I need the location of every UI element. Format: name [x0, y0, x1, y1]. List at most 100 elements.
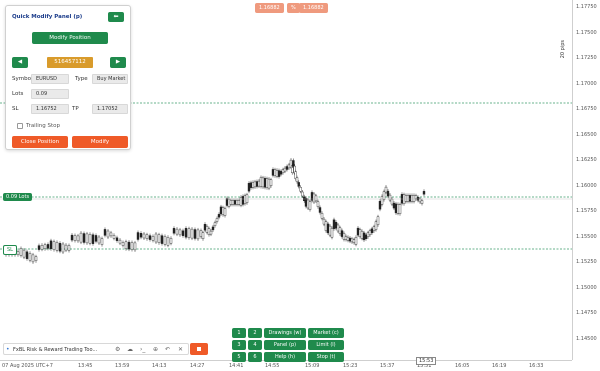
candle-body	[412, 195, 416, 202]
close-position-button[interactable]: Close Position	[12, 136, 68, 148]
undo-icon[interactable]: ↶	[165, 346, 170, 353]
candle-body	[261, 177, 265, 188]
stop-square-button[interactable]	[190, 343, 208, 355]
candle-body	[378, 200, 382, 210]
time-tick: 14:13	[152, 363, 167, 369]
candle-body	[136, 232, 140, 240]
candle-body	[257, 180, 261, 187]
plus-circle-icon[interactable]: ⊕	[153, 346, 158, 353]
candle-body	[273, 169, 277, 177]
ask-price-button[interactable]: 1.16882	[299, 3, 328, 13]
type-field[interactable]: Buy Market	[92, 74, 128, 84]
candle-body	[354, 237, 358, 245]
candle-body	[370, 228, 374, 234]
symbol-field[interactable]: EURUSD	[31, 74, 69, 84]
candle-body	[76, 235, 80, 242]
candle-body	[28, 253, 32, 261]
triangle-right-icon[interactable]: ▶	[110, 57, 126, 68]
current-time-label: 15:53	[416, 357, 437, 365]
trailing-stop-label: Trailing Stop	[26, 123, 60, 129]
price-tick: 1.15500	[576, 233, 597, 240]
candle-body	[269, 179, 273, 187]
candle-body	[247, 182, 251, 192]
price-tick: 1.16750	[576, 106, 597, 112]
market-button[interactable]: Market (c)	[308, 328, 344, 338]
candle-body	[384, 186, 388, 193]
candle-body	[376, 216, 380, 226]
candle-body	[124, 241, 128, 249]
price-axis[interactable]: 1.17750 1.17500 1.17250 1.17000 1.16750 1.165…	[572, 0, 600, 360]
bid-price-button[interactable]: 1.16882	[255, 3, 284, 13]
ticket-number: 516457112	[47, 57, 93, 68]
hotkey-1-button[interactable]: 1	[232, 328, 246, 338]
entry-line-label[interactable]: 0.09 Lots	[3, 193, 33, 201]
price-tick: 1.14500	[576, 335, 597, 342]
candle-body	[277, 170, 281, 177]
candle-body	[404, 195, 408, 202]
candle-body	[418, 198, 422, 203]
candle-body	[203, 223, 207, 231]
tp-field[interactable]: 1.17052	[92, 104, 128, 114]
candle-body	[121, 242, 125, 246]
candle-body	[227, 199, 231, 207]
candle-body	[178, 229, 182, 236]
candle-body	[372, 226, 376, 232]
panel-button[interactable]: Panel (p)	[264, 340, 306, 350]
lots-field[interactable]: 0.09	[31, 89, 69, 99]
candle-body	[398, 204, 402, 214]
hotkey-6-button[interactable]: 6	[248, 352, 262, 362]
candle-body	[25, 251, 29, 259]
candle-body	[219, 206, 223, 215]
trailing-stop-checkbox[interactable]	[17, 123, 23, 129]
candle-body	[281, 169, 285, 173]
percent-button[interactable]: %	[287, 3, 300, 13]
candle-body	[380, 196, 384, 205]
candle-body	[199, 230, 203, 237]
candle-body	[16, 251, 20, 255]
candle-body	[127, 241, 131, 250]
arrow-left-icon[interactable]: ⬅	[108, 12, 124, 22]
price-tick: 1.15750	[576, 208, 597, 214]
candle-body	[106, 230, 110, 238]
time-tick: 14:41	[229, 363, 244, 369]
price-tick: 1.15000	[576, 284, 597, 291]
candle-body	[322, 218, 326, 225]
candle-body	[46, 244, 50, 249]
close-icon[interactable]: ✕	[178, 346, 183, 353]
terminal-icon[interactable]: ›_	[140, 346, 145, 353]
candle-body	[184, 228, 188, 238]
candle-body	[148, 235, 152, 240]
candle-body	[79, 232, 83, 243]
candle-body	[265, 178, 269, 188]
candle-body	[94, 235, 98, 242]
candle-body	[193, 229, 197, 239]
modify-position-button[interactable]: Modify Position	[32, 32, 108, 44]
sl-line-label[interactable]: SL	[3, 245, 17, 255]
candle-body	[235, 200, 239, 205]
hotkey-4-button[interactable]: 4	[248, 340, 262, 350]
candle-body	[209, 230, 213, 235]
candle-body	[279, 171, 283, 175]
modify-button[interactable]: Modify	[72, 136, 128, 148]
candle-body	[344, 236, 348, 240]
cloud-icon[interactable]: ☁	[127, 346, 133, 353]
drawings-button[interactable]: Drawings (w)	[264, 328, 306, 338]
hotkey-2-button[interactable]: 2	[248, 328, 262, 338]
candle-body	[205, 226, 209, 233]
candle-body	[217, 214, 221, 218]
candle-body	[352, 239, 356, 243]
candle-body	[196, 229, 200, 240]
candle-body	[88, 234, 92, 244]
triangle-left-icon[interactable]: ◀	[12, 57, 28, 68]
stop-square-icon	[197, 347, 201, 351]
stop-button[interactable]: Stop (t)	[308, 352, 344, 362]
hotkey-5-button[interactable]: 5	[232, 352, 246, 362]
limit-button[interactable]: Limit (l)	[308, 340, 344, 350]
sl-field[interactable]: 1.16752	[31, 104, 69, 114]
candle-body	[139, 232, 143, 238]
candle-body	[283, 167, 287, 172]
gear-icon[interactable]: ⚙	[115, 346, 120, 353]
candle-body	[338, 227, 342, 235]
help-button[interactable]: Help (h)	[264, 352, 306, 362]
hotkey-3-button[interactable]: 3	[232, 340, 246, 350]
